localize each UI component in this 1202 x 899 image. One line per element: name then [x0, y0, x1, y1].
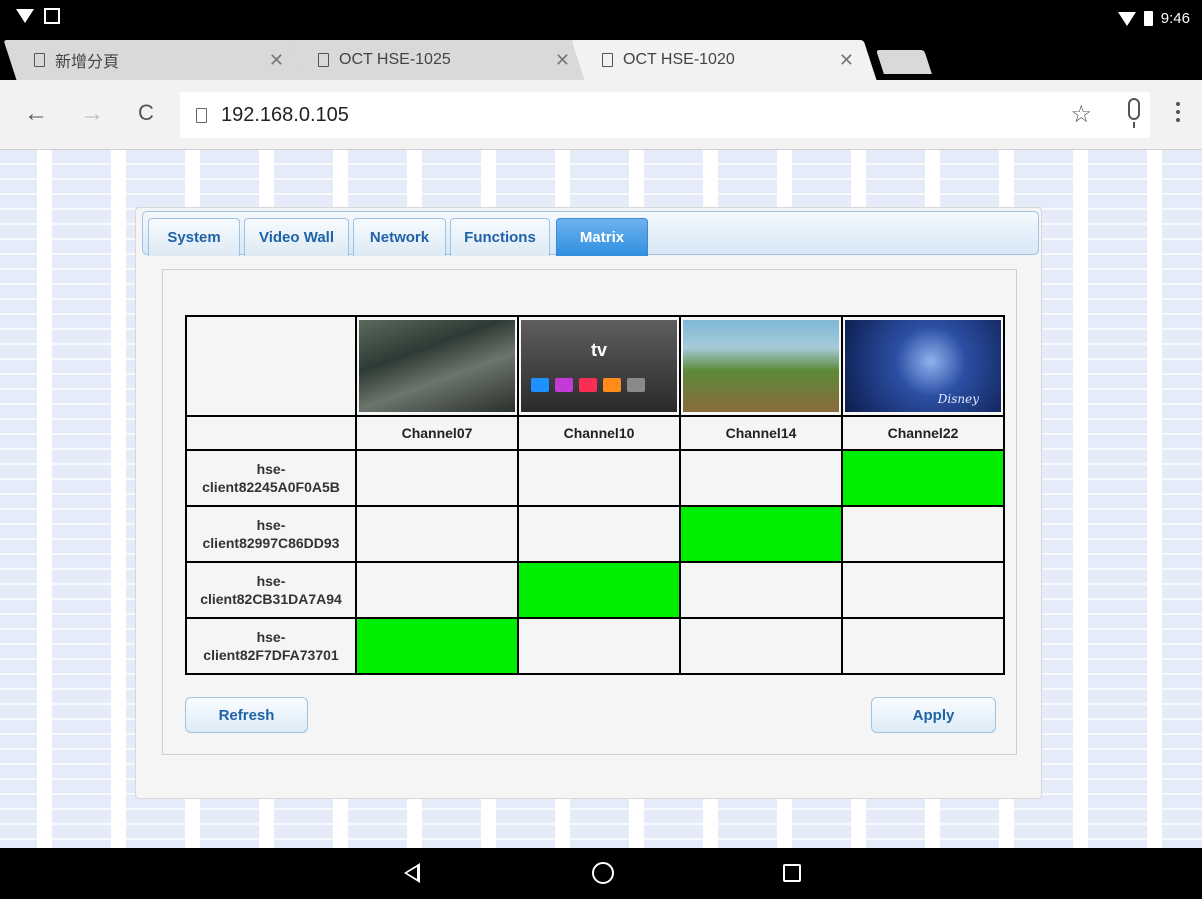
matrix-cell[interactable] [841, 561, 1005, 619]
close-icon[interactable]: ✕ [269, 50, 284, 71]
refresh-button[interactable]: Refresh [185, 697, 308, 733]
close-icon[interactable]: ✕ [555, 50, 570, 71]
new-tab-button[interactable] [876, 50, 932, 74]
client-label-line1: hse- [256, 573, 286, 589]
address-bar[interactable] [180, 92, 1150, 138]
nav-home-icon[interactable] [592, 862, 614, 884]
web-page: System Video Wall Network Functions Matr… [0, 150, 1202, 848]
routing-matrix: tv Disney Channel07 Channel10 Channel14 … [185, 315, 1005, 675]
clock: 9:46 [1160, 10, 1190, 27]
page-icon [602, 53, 613, 67]
matrix-content: tv Disney Channel07 Channel10 Channel14 … [162, 269, 1017, 755]
game-preview-image [359, 320, 515, 412]
matrix-cell[interactable] [355, 617, 519, 675]
client-row: hse-client82CB31DA7A94 [185, 561, 1005, 619]
download-icon [44, 8, 60, 24]
client-label-line2: client82245A0F0A5B [202, 479, 340, 495]
apple-tv-preview-image: tv [521, 320, 677, 412]
wifi-unknown-icon [16, 9, 34, 23]
battery-icon [1143, 11, 1153, 26]
client-label-line2: client82997C86DD93 [202, 535, 340, 551]
channel-thumbnail [355, 315, 519, 417]
reload-icon[interactable]: C [138, 100, 154, 126]
matrix-cell[interactable] [517, 449, 681, 507]
browser-tab-title: 新增分頁 [55, 54, 120, 71]
client-row: hse-client82245A0F0A5B [185, 449, 1005, 507]
disney-preview-image: Disney [845, 320, 1001, 412]
client-label-line1: hse- [256, 517, 286, 533]
nav-recents-icon[interactable] [783, 864, 801, 882]
tab-video-wall[interactable]: Video Wall [244, 218, 349, 256]
browser-toolbar: ← → C ☆ [0, 80, 1202, 150]
client-label: hse-client82F7DFA73701 [185, 617, 357, 675]
nav-back-icon[interactable] [404, 863, 420, 883]
microphone-icon[interactable] [1128, 98, 1140, 128]
matrix-cell[interactable] [517, 617, 681, 675]
channel-header: Channel22 [841, 415, 1005, 451]
browser-tab-new[interactable]: 新增分頁 ✕ [3, 40, 307, 80]
matrix-cell[interactable] [679, 561, 843, 619]
thumbnail-row: tv Disney [185, 315, 1005, 417]
url-input[interactable] [221, 103, 1041, 127]
corner-cell [185, 415, 357, 451]
channel-header: Channel14 [679, 415, 843, 451]
matrix-cell[interactable] [679, 449, 843, 507]
matrix-cell[interactable] [355, 505, 519, 563]
matrix-cell[interactable] [841, 617, 1005, 675]
matrix-cell[interactable] [841, 449, 1005, 507]
channel-header: Channel07 [355, 415, 519, 451]
corner-cell [185, 315, 357, 417]
config-panel: System Video Wall Network Functions Matr… [135, 207, 1042, 799]
page-icon [34, 53, 45, 67]
browser-tab-strip: 新增分頁 ✕ OCT HSE-1025 ✕ OCT HSE-1020 ✕ [0, 40, 1202, 80]
status-bar: 9:46 [0, 0, 1202, 40]
config-tab-bar: System Video Wall Network Functions Matr… [142, 211, 1039, 256]
app-icons-row [531, 378, 645, 392]
browser-tab-hse-1020[interactable]: OCT HSE-1020 ✕ [571, 40, 877, 80]
animation-preview-image [683, 320, 839, 412]
matrix-cell[interactable] [517, 505, 681, 563]
forward-arrow-icon[interactable]: → [80, 100, 104, 128]
client-label-line2: client82F7DFA73701 [203, 647, 339, 663]
tab-network[interactable]: Network [353, 218, 446, 256]
bookmark-star-icon[interactable]: ☆ [1070, 100, 1092, 129]
matrix-cell[interactable] [841, 505, 1005, 563]
client-label-line2: client82CB31DA7A94 [200, 591, 342, 607]
client-label: hse-client82CB31DA7A94 [185, 561, 357, 619]
client-label: hse-client82997C86DD93 [185, 505, 357, 563]
matrix-cell[interactable] [355, 449, 519, 507]
page-icon [196, 107, 207, 123]
close-icon[interactable]: ✕ [839, 50, 854, 71]
matrix-cell[interactable] [679, 617, 843, 675]
disney-logo-text: Disney [937, 392, 979, 406]
matrix-cell[interactable] [679, 505, 843, 563]
apple-tv-logo: tv [590, 340, 607, 360]
matrix-cell[interactable] [355, 561, 519, 619]
channel-thumbnail: tv [517, 315, 681, 417]
tab-functions[interactable]: Functions [450, 218, 550, 256]
matrix-cell[interactable] [517, 561, 681, 619]
apply-button[interactable]: Apply [871, 697, 996, 733]
menu-icon[interactable] [1176, 102, 1180, 122]
client-label-line1: hse- [256, 629, 286, 645]
back-arrow-icon[interactable]: ← [24, 100, 48, 128]
tab-system[interactable]: System [148, 218, 240, 256]
client-row: hse-client82997C86DD93 [185, 505, 1005, 563]
channel-header: Channel10 [517, 415, 681, 451]
browser-tab-hse-1025[interactable]: OCT HSE-1025 ✕ [287, 40, 593, 80]
tab-matrix[interactable]: Matrix [556, 218, 648, 256]
page-icon [318, 53, 329, 67]
browser-tab-title: OCT HSE-1020 [623, 51, 735, 68]
channel-thumbnail: Disney [841, 315, 1005, 417]
channel-header-row: Channel07 Channel10 Channel14 Channel22 [185, 415, 1005, 451]
client-row: hse-client82F7DFA73701 [185, 617, 1005, 675]
android-nav-bar [0, 848, 1202, 899]
browser-tab-title: OCT HSE-1025 [339, 51, 451, 68]
client-label-line1: hse- [256, 461, 286, 477]
client-label: hse-client82245A0F0A5B [185, 449, 357, 507]
wifi-icon [1117, 11, 1136, 26]
channel-thumbnail [679, 315, 843, 417]
